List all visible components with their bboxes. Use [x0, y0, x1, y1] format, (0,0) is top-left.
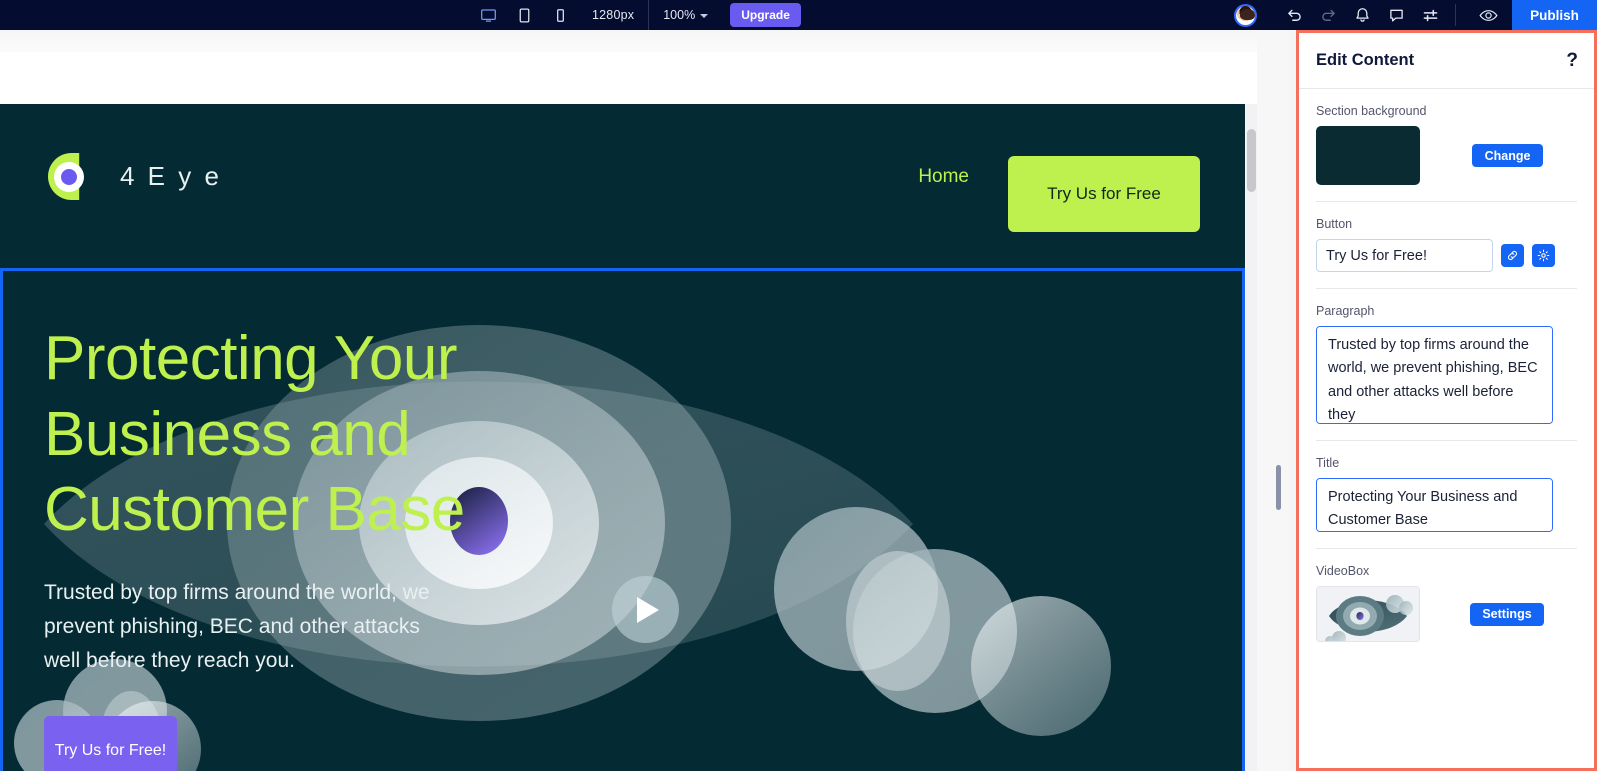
device-preview-switcher: [478, 5, 570, 25]
play-button[interactable]: [612, 576, 679, 643]
chevron-down-icon: [700, 14, 709, 18]
gear-icon[interactable]: [1532, 244, 1555, 267]
preview-scrollbar-thumb[interactable]: [1247, 129, 1256, 192]
field-title: Title: [1316, 441, 1577, 549]
page-white-strip: [0, 52, 1257, 104]
logo-eye-icon: [48, 153, 88, 200]
section-background-swatch[interactable]: [1316, 126, 1420, 185]
zoom-level-dropdown[interactable]: 100%: [663, 8, 709, 22]
logo-text: 4 E y e: [120, 161, 222, 191]
bell-icon[interactable]: [1345, 0, 1379, 30]
hero-section-selected[interactable]: Protecting Your Business and Customer Ba…: [0, 268, 1245, 771]
field-videobox: VideoBox Settings: [1316, 549, 1577, 642]
redo-icon[interactable]: [1311, 0, 1345, 30]
logo-dot: [61, 169, 77, 185]
title-label: Title: [1316, 456, 1340, 470]
toolbar-right-group: Publish: [1234, 0, 1597, 30]
title-textarea[interactable]: [1316, 478, 1553, 532]
videobox-row: Settings: [1316, 586, 1577, 642]
toolbar-divider: [648, 0, 650, 30]
publish-button[interactable]: Publish: [1512, 0, 1597, 30]
section-background-row: Change: [1316, 126, 1577, 185]
videobox-thumbnail[interactable]: [1316, 586, 1420, 642]
sliders-icon[interactable]: [1413, 0, 1447, 30]
play-triangle-icon: [637, 596, 659, 623]
help-icon[interactable]: ?: [1566, 50, 1578, 72]
tablet-icon[interactable]: [514, 5, 534, 25]
top-toolbar: 1280px 100% Upgrade Publish: [0, 0, 1597, 30]
panel-body: Section background Change Button Try Us …: [1299, 89, 1594, 642]
link-icon[interactable]: [1501, 244, 1524, 267]
panel-header: Edit Content ?: [1299, 33, 1594, 89]
bubble-cluster-top-right: [774, 507, 1111, 736]
button-input-row: [1316, 239, 1577, 272]
site-logo[interactable]: 4 E y e: [48, 153, 222, 200]
avatar[interactable]: [1234, 3, 1257, 27]
hero-cta-button[interactable]: Try Us for Free!: [44, 715, 177, 771]
edit-content-panel: Edit Content ? Section background Change…: [1296, 30, 1597, 771]
button-text-input[interactable]: [1316, 239, 1493, 272]
paragraph-label: Paragraph: [1316, 304, 1375, 318]
section-background-label: Section background: [1316, 104, 1427, 118]
zoom-level-label: 100%: [663, 8, 696, 22]
site-header: 4 E y e Home Try Us for Free: [0, 104, 1245, 268]
hero-title: Protecting Your Business and Customer Ba…: [44, 324, 465, 545]
eye-thumb-icon: [1325, 595, 1413, 641]
header-cta-button[interactable]: Try Us for Free: [1008, 156, 1200, 232]
panel-resize-handle[interactable]: [1276, 465, 1281, 510]
canvas-top-fade: [0, 30, 1257, 52]
desktop-icon[interactable]: [478, 5, 498, 25]
hero-copy: Protecting Your Business and Customer Ba…: [44, 321, 564, 771]
site-preview: 4 E y e Home Try Us for Free Protecting …: [0, 104, 1245, 771]
upgrade-button[interactable]: Upgrade: [730, 3, 801, 27]
field-section-background: Section background Change: [1316, 89, 1577, 202]
hero-paragraph: Trusted by top firms around the world, w…: [44, 580, 430, 672]
field-paragraph: Paragraph: [1316, 289, 1577, 441]
field-button: Button: [1316, 202, 1577, 289]
page-title: Edit Content: [1316, 51, 1415, 69]
change-background-button[interactable]: Change: [1472, 144, 1543, 167]
undo-icon[interactable]: [1277, 0, 1311, 30]
preview-eye-icon[interactable]: [1464, 0, 1512, 30]
comment-icon[interactable]: [1379, 0, 1413, 30]
mobile-icon[interactable]: [550, 5, 570, 25]
toolbar-divider-2: [1455, 4, 1456, 26]
videobox-label: VideoBox: [1316, 564, 1370, 578]
viewport-width-label: 1280px: [592, 8, 635, 22]
nav-item-home[interactable]: Home: [918, 166, 969, 188]
videobox-settings-button[interactable]: Settings: [1470, 602, 1544, 626]
paragraph-textarea[interactable]: [1316, 326, 1553, 424]
preview-scrollbar-track[interactable]: [1246, 104, 1257, 771]
button-label: Button: [1316, 217, 1353, 231]
editor-canvas: 4 E y e Home Try Us for Free Protecting …: [0, 30, 1289, 771]
